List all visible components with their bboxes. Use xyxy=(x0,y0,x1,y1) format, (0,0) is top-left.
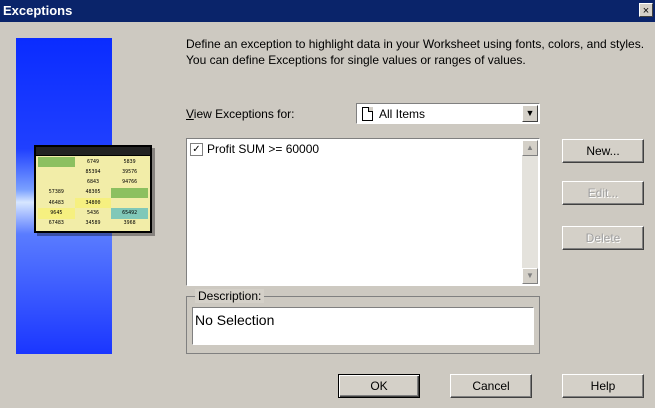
chevron-down-icon[interactable]: ▼ xyxy=(522,105,538,122)
description-legend: Description: xyxy=(195,289,265,303)
illustration-cell: 9645 xyxy=(38,208,75,219)
scroll-up-icon[interactable]: ▲ xyxy=(522,140,538,156)
new-button[interactable]: New... xyxy=(562,139,644,163)
description-group: Description: No Selection xyxy=(186,289,540,354)
illustration-cell: 48305 xyxy=(85,189,101,196)
delete-button[interactable]: Delete xyxy=(562,226,644,250)
illustration-cell xyxy=(38,157,75,168)
illustration-cell: 34800 xyxy=(74,198,112,209)
illustration-cell: 6749 xyxy=(86,158,100,165)
illustration-cell: 6843 xyxy=(86,179,100,186)
illustration-cell: 34589 xyxy=(85,220,101,227)
exception-label: Profit SUM >= 60000 xyxy=(207,142,320,156)
window-title: Exceptions xyxy=(3,3,73,18)
illustration-cell xyxy=(38,178,75,188)
illustration-cell: 39576 xyxy=(122,168,138,175)
illustration-cell: 67483 xyxy=(48,220,64,227)
worksheet-illustration-cells: 6749 5839 85394 39576 6843 94766 57389 4… xyxy=(38,157,148,229)
title-bar: Exceptions × xyxy=(0,0,655,22)
view-exceptions-label-text: iew Exceptions for: xyxy=(193,107,295,121)
exceptions-scrollbar[interactable]: ▲ ▼ xyxy=(522,140,538,284)
worksheet-illustration-header xyxy=(36,147,150,156)
worksheet-illustration: 6749 5839 85394 39576 6843 94766 57389 4… xyxy=(34,145,152,233)
cancel-button[interactable]: Cancel xyxy=(450,374,532,398)
list-item[interactable]: ✓ Profit SUM >= 60000 xyxy=(190,142,319,156)
exceptions-list[interactable]: ✓ Profit SUM >= 60000 ▲ ▼ xyxy=(186,138,540,286)
close-button[interactable]: × xyxy=(639,3,653,17)
view-exceptions-dropdown[interactable]: All Items ▼ xyxy=(356,103,540,124)
intro-text: Define an exception to highlight data in… xyxy=(186,37,645,67)
edit-button[interactable]: Edit... xyxy=(562,181,644,205)
illustration-cell xyxy=(38,167,75,177)
view-exceptions-selected: All Items xyxy=(379,107,426,121)
illustration-cell: 85394 xyxy=(85,168,101,175)
ok-button[interactable]: OK xyxy=(338,374,420,398)
illustration-cell: 3968 xyxy=(123,220,136,227)
illustration-cell: 94766 xyxy=(122,179,138,186)
help-button[interactable]: Help xyxy=(562,374,644,398)
illustration-cell: 57389 xyxy=(48,189,64,196)
illustration-cell: 5436 xyxy=(86,210,100,217)
exception-checkbox[interactable]: ✓ xyxy=(190,142,203,156)
view-exceptions-label: View Exceptions for: xyxy=(186,107,295,121)
illustration-cell: 5839 xyxy=(123,158,136,165)
document-icon xyxy=(362,107,373,121)
illustration-cell: 46483 xyxy=(48,199,64,206)
view-exceptions-label-accesskey: V xyxy=(186,107,194,121)
illustration-cell xyxy=(111,187,148,199)
description-field: No Selection xyxy=(192,307,534,345)
illustration-cell: 65492 xyxy=(111,208,148,219)
scroll-down-icon[interactable]: ▼ xyxy=(522,268,538,284)
illustration-cell xyxy=(111,198,148,208)
